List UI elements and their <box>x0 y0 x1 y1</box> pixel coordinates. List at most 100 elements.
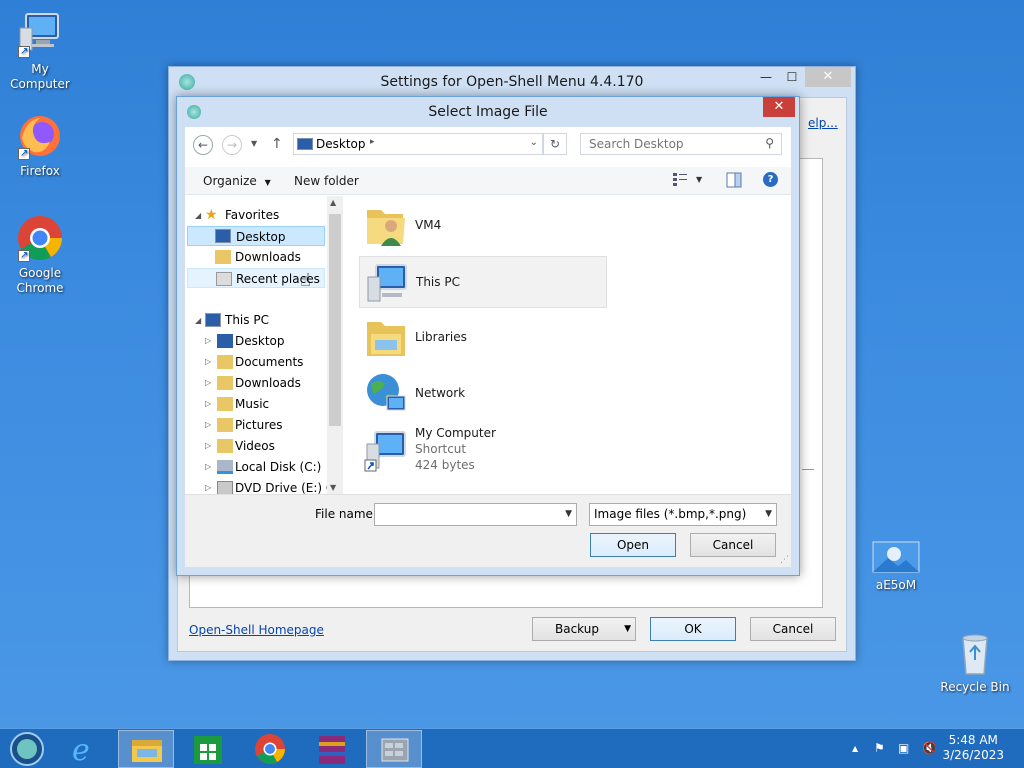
view-dropdown-icon[interactable]: ▼ <box>696 175 702 184</box>
start-button[interactable] <box>0 730 56 768</box>
expander-closed-icon[interactable]: ▷ <box>205 478 211 494</box>
desktop-icon-label: Google Chrome <box>16 266 64 295</box>
resize-grip-icon[interactable]: ⋰ <box>780 555 789 565</box>
file-item-my-computer[interactable]: My Computer Shortcut 424 bytes <box>359 424 607 480</box>
desktop-icon-label: Firefox <box>20 164 60 178</box>
nav-this-pc-header[interactable]: This PC <box>225 310 269 330</box>
show-hidden-icons-chevron-icon[interactable]: ▲ <box>852 744 858 753</box>
preview-pane-icon[interactable] <box>726 172 742 191</box>
up-arrow-icon[interactable]: ↑ <box>271 136 283 152</box>
file-item-libraries[interactable]: Libraries <box>359 312 607 364</box>
organize-button[interactable]: Organize ▼ <box>203 174 271 188</box>
view-options-icon[interactable] <box>672 172 688 189</box>
this-pc-icon <box>205 313 221 327</box>
search-icon[interactable]: ⚲ <box>765 136 774 150</box>
user-folder-icon <box>363 204 409 248</box>
settings-titlebar[interactable]: Settings for Open-Shell Menu 4.4.170 — ☐… <box>169 67 855 97</box>
file-name-input[interactable]: ▼ <box>374 503 577 526</box>
file-item-network[interactable]: Network <box>359 368 607 420</box>
file-type-value: Image files (*.bmp,*.png) <box>594 507 747 521</box>
backup-button[interactable]: Backup ▼ <box>532 617 636 641</box>
maximize-button[interactable]: ☐ <box>779 67 805 87</box>
command-toolbar: Organize ▼ New folder ▼ ? <box>185 167 791 195</box>
taskbar-internet-explorer-icon[interactable]: e <box>58 730 114 768</box>
address-dropdown-icon[interactable]: ⌄ <box>530 137 538 148</box>
dropdown-arrow-icon[interactable]: ▼ <box>565 504 572 525</box>
taskbar-winrar-icon[interactable] <box>304 730 360 768</box>
dropdown-arrow-icon: ▼ <box>264 178 271 187</box>
shortcut-arrow-icon <box>18 44 30 59</box>
homepage-link[interactable]: Open-Shell Homepage <box>189 623 324 637</box>
settings-cancel-button[interactable]: Cancel <box>750 617 836 641</box>
taskbar-open-shell-settings-icon[interactable] <box>366 730 422 768</box>
action-center-flag-icon[interactable]: ⚑ <box>874 741 885 755</box>
network-icon[interactable]: ▣ <box>898 741 909 755</box>
address-bar[interactable]: Desktop ▸ ⌄ <box>293 133 543 155</box>
nav-fav-desktop[interactable]: Desktop <box>187 226 325 246</box>
desktop-icon-recycle-bin[interactable]: Recycle Bin <box>935 630 1015 695</box>
settings-close-button[interactable]: ✕ <box>805 67 851 87</box>
minimize-button[interactable]: — <box>753 67 779 87</box>
expander-closed-icon[interactable]: ▷ <box>205 457 211 477</box>
clock-time: 5:48 AM <box>948 733 998 747</box>
file-type-select[interactable]: Image files (*.bmp,*.png) ▼ <box>589 503 777 526</box>
help-icon[interactable]: ? <box>763 172 778 187</box>
file-dialog-footer: File name: ▼ Image files (*.bmp,*.png) ▼… <box>185 494 791 567</box>
open-button[interactable]: Open <box>590 533 676 557</box>
taskbar-chrome-icon[interactable] <box>242 730 298 768</box>
desktop-icon-my-computer[interactable]: My Computer <box>0 10 80 92</box>
divider <box>802 469 814 470</box>
nav-label: Videos <box>235 439 275 453</box>
volume-muted-icon[interactable]: 🔇 <box>922 741 937 755</box>
desktop-icon-label: My Computer <box>10 62 70 91</box>
taskbar-store-icon[interactable] <box>180 730 236 768</box>
nav-favorites-header[interactable]: Favorites <box>225 205 279 225</box>
expander-closed-icon[interactable]: ▷ <box>205 415 211 435</box>
dropdown-arrow-icon[interactable]: ▼ <box>765 504 772 525</box>
search-input[interactable] <box>581 134 751 154</box>
nav-fav-downloads[interactable]: Downloads <box>187 247 325 267</box>
dialog-cancel-button[interactable]: Cancel <box>690 533 776 557</box>
dialog-close-button[interactable]: ✕ <box>763 97 795 117</box>
expander-closed-icon[interactable]: ▷ <box>205 373 211 393</box>
file-item-vm4[interactable]: VM4 <box>359 200 607 252</box>
desktop-icon-chrome[interactable]: Google Chrome <box>0 214 80 296</box>
dvd-drive-icon <box>217 481 233 494</box>
search-box[interactable]: ⚲ <box>580 133 782 155</box>
image-file-icon <box>872 540 920 574</box>
taskbar-clock[interactable]: 5:48 AM 3/26/2023 <box>942 733 1004 763</box>
scroll-up-icon[interactable]: ▲ <box>330 198 336 207</box>
forward-arrow-icon[interactable]: → <box>222 135 242 155</box>
nav-scrollbar[interactable]: ▲ ▼ <box>327 196 343 494</box>
expander-closed-icon[interactable]: ▷ <box>205 331 211 351</box>
refresh-icon[interactable]: ↻ <box>543 133 567 155</box>
file-item-this-pc[interactable]: This PC <box>359 256 607 308</box>
breadcrumb-chevron-icon[interactable]: ▸ <box>370 137 375 147</box>
taskbar: e ▲ ⚑ ▣ 🔇 5:48 AM 3/26/2023 <box>0 728 1024 768</box>
expander-open-icon[interactable]: ◢ <box>195 316 201 325</box>
nav-label: Pictures <box>235 418 283 432</box>
expander-closed-icon[interactable]: ▷ <box>205 352 211 372</box>
desktop-icon-label: aE5oM <box>875 578 917 592</box>
nav-label: Documents <box>235 355 304 369</box>
desktop-icon-firefox[interactable]: Firefox <box>0 112 80 179</box>
taskbar-file-explorer-icon[interactable] <box>118 730 174 768</box>
back-arrow-icon[interactable]: ← <box>193 135 213 155</box>
shortcut-arrow-icon <box>18 248 30 263</box>
recent-locations-chevron-icon[interactable]: ▼ <box>251 139 257 148</box>
documents-folder-icon <box>217 355 233 369</box>
scroll-down-icon[interactable]: ▼ <box>330 483 336 492</box>
scroll-thumb[interactable] <box>329 214 341 426</box>
ok-button[interactable]: OK <box>650 617 736 641</box>
hard-drive-icon <box>217 460 233 474</box>
new-folder-button[interactable]: New folder <box>294 174 359 188</box>
expander-closed-icon[interactable]: ▷ <box>205 436 211 456</box>
dialog-title: Select Image File <box>428 104 548 120</box>
expander-closed-icon[interactable]: ▷ <box>205 394 211 414</box>
desktop-icon-image-file[interactable]: aE5oM <box>856 540 936 593</box>
libraries-icon <box>363 316 409 360</box>
dialog-titlebar[interactable]: Select Image File ✕ <box>177 97 799 127</box>
help-link[interactable]: elp... <box>808 116 838 130</box>
expander-open-icon[interactable]: ◢ <box>195 211 201 220</box>
dialog-client: ← → ▼ ↑ Desktop ▸ ⌄ ↻ ⚲ Organize ▼ New f… <box>185 127 791 567</box>
